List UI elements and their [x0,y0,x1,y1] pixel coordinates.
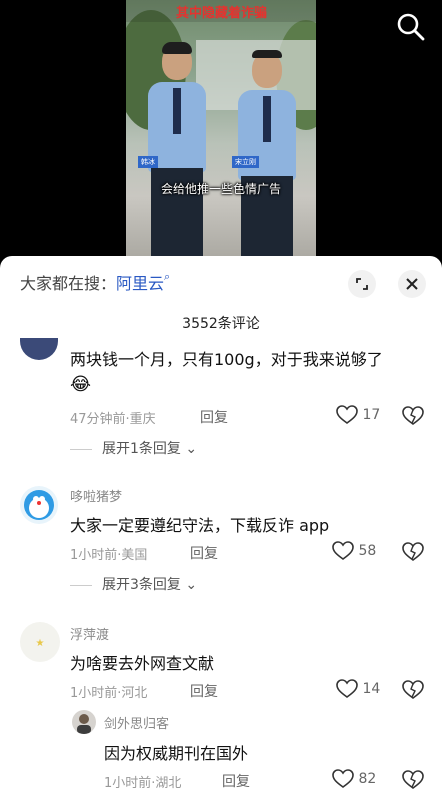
svg-text:★: ★ [36,638,45,649]
comment-text: 为啥要去外网查文献 [70,654,215,673]
reply-item: 剑外思归客 因为权威期刊在国外 1小时前·湖北 回复 82 [0,710,442,800]
expand-replies-label: 展开1条回复 [102,441,181,457]
name-tag-left: 韩冰 [138,156,158,168]
username[interactable]: 剑外思归客 [104,713,169,732]
comment-text: 大家一定要遵纪守法，下载反诈 app [70,516,330,535]
name-tag-right: 宋立刚 [232,156,259,168]
video-banner: 其中隐藏着诈骗 [126,0,316,22]
comment-emoji: 😂 [70,374,92,395]
comment-item: ★ 浮萍渡 为啥要去外网查文献 1小时前·河北 回复 14 [0,622,442,702]
comment-text: 两块钱一个月，只有100g，对于我来说够了 [70,350,383,369]
comment-panel: 大家都在搜：阿里云⌕ 3552条评论 两块钱一个月，只有100g，对于我来说够了… [0,256,442,800]
username[interactable]: 哆啦猪梦 [70,486,122,505]
chevron-down-icon: ⌄ [180,441,198,457]
avatar[interactable]: ★ [20,622,60,662]
search-icon[interactable] [396,12,426,42]
reply-button[interactable]: 回复 [190,681,218,701]
like-button[interactable]: 58 [332,541,376,561]
close-icon[interactable] [398,270,426,298]
chevron-down-icon: ⌄ [180,577,198,593]
heart-icon [336,405,358,424]
comment-text: 因为权威期刊在国外 [104,744,249,763]
expand-replies[interactable]: 展开3条回复 ⌄ [70,574,197,594]
heart-icon [332,769,354,788]
like-count: 17 [362,407,381,423]
comment-meta: 47分钟前·重庆 [70,412,156,427]
dislike-icon[interactable] [402,405,424,426]
expand-icon[interactable] [348,270,376,298]
video-frame: 其中隐藏着诈骗 韩冰 宋立刚 会给他推一些色情广告 [126,0,316,262]
officer-left [148,40,206,262]
expand-replies[interactable]: 展开1条回复 ⌄ [70,438,197,458]
like-count: 14 [362,681,381,697]
search-keyword[interactable]: 阿里云 [116,274,164,293]
officer-right [238,48,296,262]
reply-button[interactable]: 回复 [200,407,228,427]
search-prefix: 大家都在搜： [20,274,117,293]
comment-meta: 1小时前·湖北 [104,776,182,791]
divider [70,448,92,450]
reply-button[interactable]: 回复 [222,771,250,791]
video-player[interactable]: 其中隐藏着诈骗 韩冰 宋立刚 会给他推一些色情广告 [0,0,442,262]
avatar[interactable] [72,710,96,734]
divider [70,584,92,586]
avatar[interactable] [20,338,58,360]
dislike-icon[interactable] [402,679,424,700]
video-subtitle: 会给他推一些色情广告 [160,182,281,196]
reply-button[interactable]: 回复 [190,543,218,563]
heart-icon [336,679,358,698]
video-banner-text: 其中隐藏着诈骗 [176,6,268,21]
trending-search[interactable]: 大家都在搜：阿里云⌕ [20,270,170,296]
like-button[interactable]: 82 [332,769,376,789]
like-button[interactable]: 14 [336,679,380,699]
small-search-icon: ⌕ [164,270,171,283]
comment-item: 哆啦猪梦 大家一定要遵纪守法，下载反诈 app 1小时前·美国 回复 58 展开… [0,484,442,614]
dislike-icon[interactable] [402,769,424,790]
dislike-icon[interactable] [402,541,424,562]
comment-meta: 1小时前·美国 [70,548,148,563]
like-count: 58 [358,543,377,559]
comment-count: 3552条评论 [182,316,260,332]
avatar[interactable] [20,486,58,524]
like-count: 82 [358,771,377,787]
comment-meta: 1小时前·河北 [70,686,148,701]
username[interactable]: 浮萍渡 [70,624,109,643]
heart-icon [332,541,354,560]
comment-item: 两块钱一个月，只有100g，对于我来说够了 😂 47分钟前·重庆 回复 17 展… [0,338,442,468]
expand-replies-label: 展开3条回复 [102,577,181,593]
like-button[interactable]: 17 [336,405,380,425]
